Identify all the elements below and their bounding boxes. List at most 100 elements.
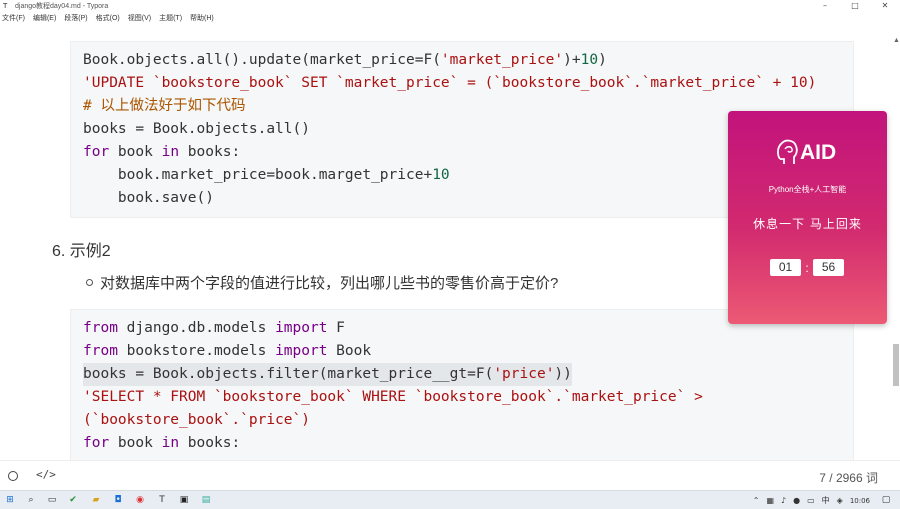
code-token: in xyxy=(161,435,180,451)
word-count[interactable]: 7 / 2966 词 xyxy=(819,469,878,486)
folder-icon[interactable]: ▰ xyxy=(90,494,102,506)
menu-view[interactable]: 视图(V) xyxy=(128,13,151,23)
code-token: )) xyxy=(554,366,572,382)
chrome-icon[interactable]: ◉ xyxy=(134,494,146,506)
code-line[interactable]: 'SELECT * FROM `bookstore_book` WHERE `b… xyxy=(83,386,703,409)
code-token: (`bookstore_book`.`price`) xyxy=(83,412,310,428)
taskbar-clock[interactable]: 10:06 xyxy=(850,497,870,505)
close-button[interactable]: ✕ xyxy=(870,0,900,12)
bullet-list-item: 对数据库中两个字段的值进行比较，列出哪儿些书的零售价高于定价? xyxy=(86,272,558,293)
search-icon[interactable]: ⌕ xyxy=(25,494,37,506)
code-line[interactable]: book.save() xyxy=(83,187,214,210)
code-token: F xyxy=(327,320,345,336)
code-line[interactable]: for book in books: xyxy=(83,432,240,455)
code-token: # 以上做法好于如下代码 xyxy=(83,98,246,114)
code-token: book.market_price=book.marget_price+ xyxy=(83,167,433,183)
code-line[interactable]: # 以上做法好于如下代码 xyxy=(83,95,245,118)
menu-format[interactable]: 格式(O) xyxy=(96,13,120,23)
code-token: books = Book.objects.filter(market_price… xyxy=(83,366,494,382)
section-heading-example-2: 6. 示例2 xyxy=(52,243,111,260)
code-token: 'price' xyxy=(493,366,555,382)
scroll-up-arrow-icon[interactable]: ▲ xyxy=(893,37,900,44)
vertical-scrollbar[interactable]: ▲ xyxy=(892,24,900,460)
window-title: django教程day04.md - Typora xyxy=(15,3,109,10)
maximize-button[interactable]: □ xyxy=(840,0,870,12)
code-token: book xyxy=(109,435,162,451)
aid-logo: AID xyxy=(776,137,846,171)
bullet-text: 对数据库中两个字段的值进行比较，列出哪儿些书的零售价高于定价? xyxy=(100,275,559,292)
task-view-icon[interactable]: ▭ xyxy=(46,494,58,506)
app-tray-icon[interactable]: ◈ xyxy=(837,496,843,505)
tray-arrow-icon[interactable]: ⌃ xyxy=(753,496,760,505)
microphone-icon[interactable]: ● xyxy=(793,496,800,505)
typora-window: T django教程day04.md - Typora – □ ✕ 文件(F) … xyxy=(0,0,900,509)
code-line[interactable]: (`bookstore_book`.`price`) xyxy=(83,409,310,432)
aid-logo-text: AID xyxy=(800,141,837,164)
code-line[interactable]: Book.objects.all().update(market_price=F… xyxy=(83,49,607,72)
code-token: from xyxy=(83,320,118,336)
code-line[interactable]: 'UPDATE `bookstore_book` SET `market_pri… xyxy=(83,72,816,95)
code-token: import xyxy=(275,320,328,336)
typora-taskbar-icon[interactable]: T xyxy=(156,494,168,506)
code-line[interactable]: books = Book.objects.filter(market_price… xyxy=(83,363,572,386)
network-icon[interactable]: ▦ xyxy=(766,496,774,505)
app-icon-green-2[interactable]: ▤ xyxy=(200,494,212,506)
code-line[interactable]: from django.db.models import F xyxy=(83,317,345,340)
timer-subtitle: Python全栈+人工智能 xyxy=(768,185,847,194)
code-line[interactable]: books = Book.objects.all() xyxy=(83,118,310,141)
code-token: books: xyxy=(179,144,241,160)
code-token: books = Book.objects.all() xyxy=(83,121,310,137)
code-token: 'SELECT * FROM `bookstore_book` WHERE `b… xyxy=(83,389,703,405)
code-token: 10 xyxy=(580,52,599,68)
code-token: 'market_price' xyxy=(440,52,564,68)
system-tray: ⌃ ▦ ♪ ● ▭ 中 ◈ 10:06 xyxy=(746,491,870,509)
code-token: django.db.models xyxy=(117,320,276,336)
code-token: bookstore.models xyxy=(117,343,276,359)
status-bar: </> 7 / 2966 词 xyxy=(0,460,900,490)
volume-icon[interactable]: ♪ xyxy=(781,496,786,505)
source-code-mode-icon[interactable]: </> xyxy=(36,468,56,481)
scrollbar-thumb[interactable] xyxy=(893,344,899,386)
countdown-seconds: 56 xyxy=(813,259,844,276)
code-line[interactable]: book.market_price=book.marget_price+10 xyxy=(83,164,450,187)
menu-file[interactable]: 文件(F) xyxy=(2,13,25,23)
notification-icon[interactable]: ▢ xyxy=(880,494,892,506)
ime-icon[interactable]: 中 xyxy=(822,495,830,506)
code-token: Book.objects.all().update(market_price=F… xyxy=(83,52,441,68)
app-icon-blue[interactable]: ◘ xyxy=(112,494,124,506)
code-token: from xyxy=(83,343,118,359)
code-line[interactable]: for book in books: xyxy=(83,141,240,164)
code-token: for xyxy=(83,144,110,160)
windows-start-icon[interactable]: ⊞ xyxy=(4,494,16,506)
code-token: book.save() xyxy=(83,190,214,206)
code-token: import xyxy=(275,343,328,359)
menu-theme[interactable]: 主题(T) xyxy=(159,13,182,23)
brain-head-icon xyxy=(777,139,798,164)
terminal-icon[interactable]: ▣ xyxy=(178,494,190,506)
code-token: in xyxy=(161,144,180,160)
code-block-filter-example[interactable]: from django.db.models import Ffrom books… xyxy=(70,309,854,460)
window-controls: – □ ✕ xyxy=(810,0,900,12)
hollow-bullet-icon xyxy=(86,279,93,286)
menu-bar: 文件(F) 编辑(E) 段落(P) 格式(O) 视图(V) 主题(T) 帮助(H… xyxy=(0,12,900,24)
code-token: Book xyxy=(327,343,372,359)
code-line[interactable]: from bookstore.models import Book xyxy=(83,340,371,363)
outline-toggle-icon[interactable] xyxy=(8,471,18,481)
code-token: 'UPDATE `bookstore_book` SET `market_pri… xyxy=(83,75,817,91)
menu-edit[interactable]: 编辑(E) xyxy=(33,13,56,23)
menu-paragraph[interactable]: 段落(P) xyxy=(64,13,87,23)
display-icon[interactable]: ▭ xyxy=(807,496,815,505)
countdown-clock: 01 : 56 xyxy=(770,259,844,276)
menu-help[interactable]: 帮助(H) xyxy=(190,13,214,23)
code-token: for xyxy=(83,435,110,451)
windows-taskbar: ⊞ ⌕ ▭ ✔ ▰ ◘ ◉ T ▣ ▤ ⌃ ▦ ♪ ● ▭ 中 ◈ 10:06 … xyxy=(0,490,900,509)
code-token: book xyxy=(109,144,162,160)
code-token: books: xyxy=(179,435,241,451)
app-icon-green[interactable]: ✔ xyxy=(67,494,79,506)
code-token: )+ xyxy=(563,52,581,68)
minimize-button[interactable]: – xyxy=(810,0,840,12)
countdown-separator: : xyxy=(805,260,809,275)
break-timer-overlay: AID Python全栈+人工智能 休息一下 马上回来 01 : 56 xyxy=(728,111,887,324)
code-token: ) xyxy=(598,52,607,68)
rest-message: 休息一下 马上回来 xyxy=(753,217,862,231)
